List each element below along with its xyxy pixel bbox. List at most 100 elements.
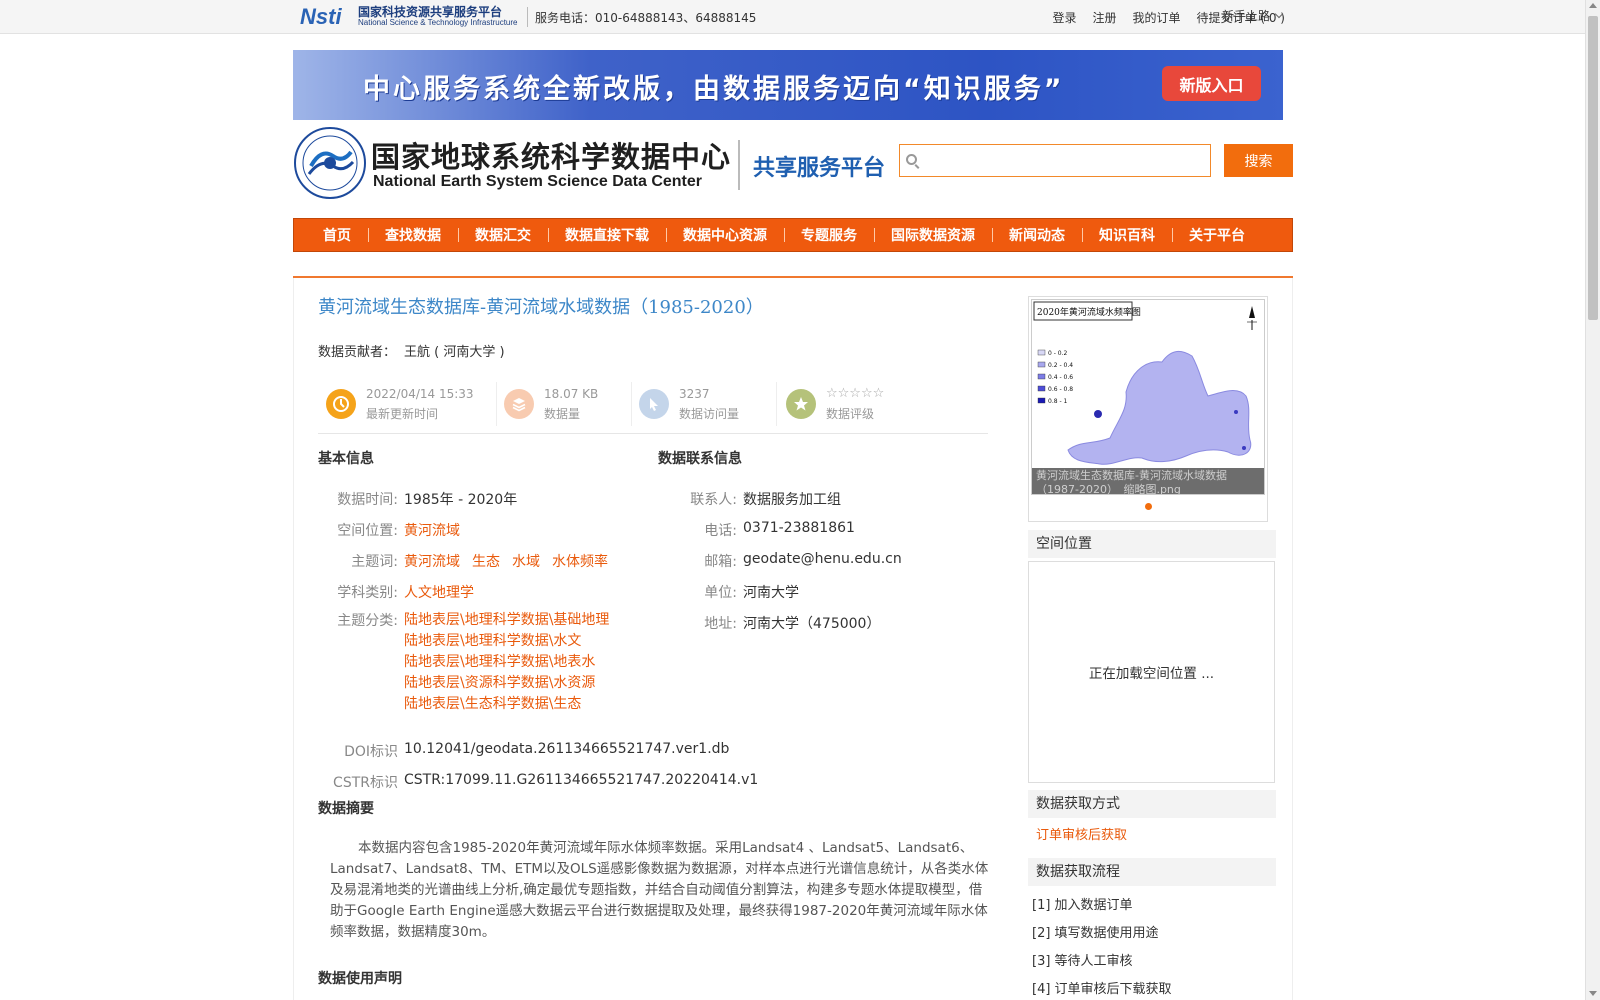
- info-keywords: 主题词: 黄河流域 生态 水域 水体频率: [318, 551, 620, 571]
- nav-find-data[interactable]: 查找数据: [368, 225, 458, 245]
- stat-visits: 3237 数据访问量: [639, 382, 739, 426]
- category-list: 陆地表层\地理科学数据\基础地理 陆地表层\地理科学数据\水文 陆地表层\地理科…: [404, 610, 621, 715]
- flow-step: [2] 填写数据使用用途: [1032, 926, 1159, 941]
- nav-knowledge[interactable]: 知识百科: [1082, 225, 1172, 245]
- info-discipline-value[interactable]: 人文地理学: [404, 582, 474, 602]
- stat-size-label: 数据量: [544, 407, 581, 421]
- logo-name-en: National Earth System Science Data Cente…: [373, 173, 703, 190]
- scroll-up-arrow-icon[interactable]: [1589, 3, 1597, 8]
- flow-step: [4] 订单审核后下载获取: [1032, 982, 1172, 997]
- access-section-title: 数据获取方式: [1028, 790, 1276, 818]
- nsti-logo[interactable]: Nsti 国家科技资源共享服务平台 National Science & Tec…: [300, 3, 524, 31]
- contact-phone: 电话: 0371-23881861: [657, 520, 855, 540]
- service-phone: 服务电话：010-64888143、64888145: [535, 11, 757, 25]
- contact-phone-label: 电话:: [704, 523, 737, 539]
- spatial-map[interactable]: 正在加载空间位置 ...: [1028, 561, 1275, 783]
- category-link[interactable]: 陆地表层\地理科学数据\基础地理: [404, 610, 609, 631]
- keyword-link[interactable]: 黄河流域: [404, 554, 460, 570]
- scroll-thumb[interactable]: [1588, 16, 1598, 320]
- info-cstr-value[interactable]: CSTR:17099.11.G261134665521747.20220414.…: [404, 772, 758, 792]
- rating-stars[interactable]: ☆☆☆☆☆: [826, 384, 884, 404]
- info-time: 数据时间: 1985年 - 2020年: [318, 489, 517, 509]
- stat-visits-value: 3237: [679, 387, 710, 401]
- thumbnail-image[interactable]: 2020年黄河流域水频率图 0 - 0.2 0.2 - 0.4 0.4 - 0.…: [1031, 299, 1265, 495]
- register-link[interactable]: 注册: [1093, 9, 1117, 26]
- info-time-value: 1985年 - 2020年: [404, 492, 518, 508]
- carousel-dot[interactable]: [1145, 503, 1152, 510]
- keyword-list: 黄河流域 生态 水域 水体频率: [404, 551, 620, 571]
- usage-statement-title: 数据使用声明: [318, 971, 402, 987]
- flow-step: [1] 加入数据订单: [1032, 898, 1133, 913]
- legend-label: 0.8 - 1: [1048, 398, 1068, 405]
- water-frequency-map-thumbnail: 2020年黄河流域水频率图 0 - 0.2 0.2 - 0.4 0.4 - 0.…: [1032, 300, 1264, 494]
- topbar-divider: [527, 7, 528, 27]
- nav-news[interactable]: 新闻动态: [992, 225, 1082, 245]
- nav-about[interactable]: 关于平台: [1172, 225, 1262, 245]
- contributor-value[interactable]: 王航 ( 河南大学 ): [404, 345, 505, 360]
- clock-icon: [326, 389, 356, 419]
- site-logo[interactable]: 国家地球系统科学数据中心 National Earth System Scien…: [293, 126, 893, 202]
- info-space-value[interactable]: 黄河流域: [404, 520, 460, 540]
- logo-divider: [738, 140, 740, 190]
- category-link[interactable]: 陆地表层\地理科学数据\水文: [404, 631, 609, 652]
- my-orders-link[interactable]: 我的订单: [1133, 9, 1181, 26]
- data-center-emblem-icon: [294, 127, 366, 199]
- nav-home[interactable]: 首页: [306, 225, 368, 245]
- contact-unit-label: 单位:: [704, 585, 737, 601]
- platform-name: 共享服务平台: [753, 156, 886, 181]
- contact-unit-value: 河南大学: [743, 585, 799, 601]
- announcement-banner[interactable]: 中心服务系统全新改版，由数据服务迈向“知识服务” 新版入口: [293, 50, 1283, 120]
- contact-address: 地址: 河南大学（475000）: [657, 613, 880, 633]
- category-link[interactable]: 陆地表层\生态科学数据\生态: [404, 694, 609, 715]
- banner-text: 中心服务系统全新改版，由数据服务迈向“知识服务”: [363, 74, 1065, 105]
- dataset-stats: 2022/04/14 15:33 最新更新时间 18.07 KB 数据量 323…: [318, 382, 988, 434]
- nav-center-resources[interactable]: 数据中心资源: [666, 225, 784, 245]
- basic-info-title: 基本信息: [318, 451, 374, 467]
- category-link[interactable]: 陆地表层\地理科学数据\地表水: [404, 652, 609, 673]
- search-button[interactable]: 搜索: [1224, 144, 1293, 177]
- legend-label: 0 - 0.2: [1048, 350, 1068, 357]
- stat-size: 18.07 KB 数据量: [504, 382, 598, 426]
- keyword-link[interactable]: 生态: [472, 554, 500, 570]
- nav-international-resources[interactable]: 国际数据资源: [874, 225, 992, 245]
- info-space-label: 空间位置:: [337, 523, 398, 539]
- nav-topic-services[interactable]: 专题服务: [784, 225, 874, 245]
- stat-visits-label: 数据访问量: [679, 407, 740, 421]
- nav-direct-download[interactable]: 数据直接下载: [548, 225, 666, 245]
- access-method[interactable]: 订单审核后获取: [1036, 824, 1127, 843]
- contact-address-label: 地址:: [704, 616, 737, 632]
- login-link[interactable]: 登录: [1053, 9, 1077, 26]
- flow-section-title: 数据获取流程: [1028, 858, 1276, 886]
- keyword-link[interactable]: 水体频率: [552, 554, 608, 570]
- new-version-button[interactable]: 新版入口: [1162, 66, 1261, 101]
- beginner-guide-menu[interactable]: 新手上路: [1222, 7, 1284, 24]
- legend-label: 0.4 - 0.6: [1048, 374, 1073, 381]
- star-icon: [786, 389, 816, 419]
- contact-person: 联系人: 数据服务加工组: [657, 489, 841, 509]
- stat-divider: [496, 382, 497, 426]
- contact-person-value: 数据服务加工组: [743, 492, 841, 508]
- stat-divider: [631, 382, 632, 426]
- nav-data-submission[interactable]: 数据汇交: [458, 225, 548, 245]
- contributor-label: 数据贡献者：: [318, 345, 397, 360]
- info-doi-value[interactable]: 10.12041/geodata.261134665521747.ver1.db: [404, 741, 729, 761]
- abstract-title: 数据摘要: [318, 801, 374, 817]
- category-link[interactable]: 陆地表层\资源科学数据\水资源: [404, 673, 609, 694]
- content-top-border: [293, 276, 1293, 278]
- keyword-link[interactable]: 水域: [512, 554, 540, 570]
- contact-person-label: 联系人:: [690, 492, 737, 508]
- thumb-map-title: 2020年黄河流域水频率图: [1037, 306, 1141, 318]
- info-category-label: 主题分类:: [337, 613, 398, 629]
- info-discipline-label: 学科类别:: [337, 585, 398, 601]
- contact-email-value[interactable]: geodate@henu.edu.cn: [743, 551, 902, 571]
- stat-divider: [776, 382, 777, 426]
- info-time-label: 数据时间:: [337, 492, 398, 508]
- scroll-down-arrow-icon[interactable]: [1589, 991, 1597, 996]
- contact-phone-value: 0371-23881861: [743, 520, 855, 536]
- contact-info-title: 数据联系信息: [658, 451, 742, 467]
- contact-unit: 单位: 河南大学: [657, 582, 799, 602]
- page-scrollbar[interactable]: [1585, 0, 1600, 1000]
- logo-name-cn: 国家地球系统科学数据中心: [371, 140, 732, 174]
- search-input[interactable]: [924, 149, 1204, 173]
- search-icon: [906, 154, 917, 165]
